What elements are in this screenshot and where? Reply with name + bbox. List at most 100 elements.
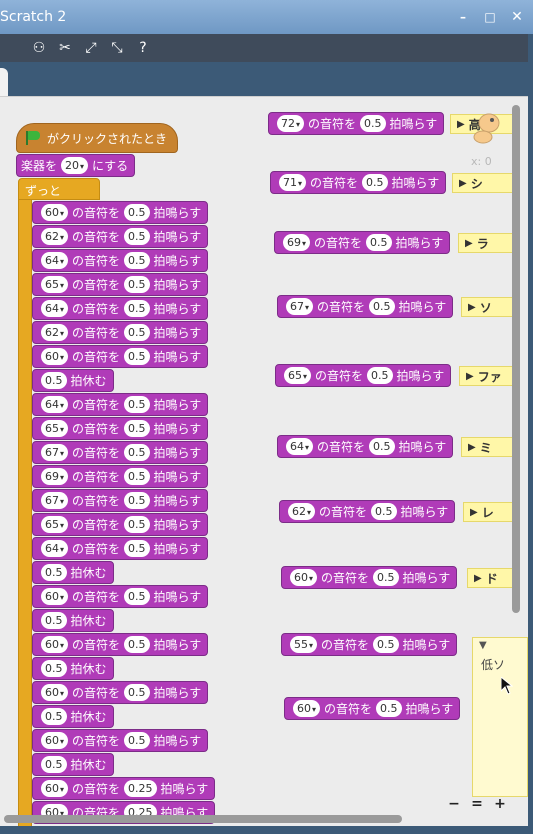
expand-triangle-icon[interactable]: ▶ xyxy=(465,238,473,249)
note-dropdown[interactable]: 60▾ xyxy=(41,732,69,749)
rest-block[interactable]: 0.5 拍休む xyxy=(32,609,114,632)
note-dropdown[interactable]: 64▾ xyxy=(286,438,314,455)
note-dropdown[interactable]: 60▾ xyxy=(41,636,69,653)
rest-beats-input[interactable]: 0.5 xyxy=(41,708,67,725)
note-dropdown[interactable]: 60▾ xyxy=(41,348,69,365)
beats-input[interactable]: 0.5 xyxy=(124,348,150,365)
comment-note[interactable]: ▶ ラ xyxy=(458,233,518,253)
beats-input[interactable]: 0.5 xyxy=(124,444,150,461)
note-dropdown[interactable]: 60▾ xyxy=(41,588,69,605)
comment-note[interactable]: ▶ ファ xyxy=(459,366,518,386)
comment-note[interactable]: ▶ ミ xyxy=(461,437,518,457)
note-dropdown[interactable]: 60▾ xyxy=(41,684,69,701)
duplicate-icon[interactable]: ⚇ xyxy=(30,39,48,57)
vertical-scrollbar[interactable] xyxy=(512,105,520,613)
note-dropdown[interactable]: 65▾ xyxy=(41,276,69,293)
grow-icon[interactable]: ⤢ xyxy=(82,39,100,57)
when-flag-clicked-block[interactable]: がクリックされたとき xyxy=(16,123,178,153)
expand-triangle-icon[interactable]: ▶ xyxy=(474,573,482,584)
beats-input[interactable]: 0.5 xyxy=(367,367,393,384)
beats-input[interactable]: 0.5 xyxy=(373,569,399,586)
note-dropdown[interactable]: 64▾ xyxy=(41,300,69,317)
comment-note[interactable]: ▶ ソ xyxy=(461,297,518,317)
play-note-block[interactable]: 65▾ の音符を 0.5 拍鳴らす xyxy=(32,273,209,296)
beats-input[interactable]: 0.5 xyxy=(373,636,399,653)
script-area[interactable]: がクリックされたとき 楽器を 20▾ にする ずっと 60▾ の音符を 0.5 拍鳴らす 62▾ の… xyxy=(0,96,528,826)
beats-input[interactable]: 0.25 xyxy=(124,780,157,797)
beats-input[interactable]: 0.5 xyxy=(369,298,395,315)
play-note-block[interactable]: 64▾ の音符を 0.5 拍鳴らす xyxy=(32,249,209,272)
beats-input[interactable]: 0.5 xyxy=(124,468,150,485)
note-dropdown[interactable]: 69▾ xyxy=(283,234,311,251)
note-dropdown[interactable]: 60▾ xyxy=(290,569,318,586)
note-dropdown[interactable]: 65▾ xyxy=(41,516,69,533)
note-dropdown[interactable]: 64▾ xyxy=(41,540,69,557)
play-note-block[interactable]: 72▾ の音符を 0.5 拍鳴らす xyxy=(268,112,445,135)
cut-icon[interactable]: ✂ xyxy=(56,39,74,57)
play-note-block[interactable]: 65▾ の音符を 0.5 拍鳴らす xyxy=(275,364,452,387)
beats-input[interactable]: 0.5 xyxy=(124,516,150,533)
collapse-triangle-icon[interactable]: ▼ xyxy=(479,640,487,651)
play-note-block[interactable]: 60▾ の音符を 0.5 拍鳴らす xyxy=(32,201,209,224)
expand-triangle-icon[interactable]: ▶ xyxy=(459,178,467,189)
play-note-block[interactable]: 65▾ の音符を 0.5 拍鳴らす xyxy=(32,513,209,536)
beats-input[interactable]: 0.5 xyxy=(360,115,386,132)
note-dropdown[interactable]: 64▾ xyxy=(41,252,69,269)
instrument-dropdown[interactable]: 20▾ xyxy=(61,157,89,174)
expand-triangle-icon[interactable]: ▶ xyxy=(470,507,478,518)
rest-beats-input[interactable]: 0.5 xyxy=(41,660,67,677)
play-note-block[interactable]: 60▾ の音符を 0.5 拍鳴らす xyxy=(281,566,458,589)
play-note-block[interactable]: 69▾ の音符を 0.5 拍鳴らす xyxy=(274,231,451,254)
zoom-reset-button[interactable]: = xyxy=(468,795,486,813)
maximize-button[interactable]: □ xyxy=(483,10,497,24)
beats-input[interactable]: 0.5 xyxy=(376,700,402,717)
forever-block[interactable]: ずっと xyxy=(18,178,100,200)
beats-input[interactable]: 0.5 xyxy=(124,636,150,653)
beats-input[interactable]: 0.5 xyxy=(124,276,150,293)
beats-input[interactable]: 0.5 xyxy=(366,234,392,251)
play-note-block[interactable]: 64▾ の音符を 0.5 拍鳴らす xyxy=(277,435,454,458)
note-dropdown[interactable]: 72▾ xyxy=(277,115,305,132)
close-button[interactable]: ✕ xyxy=(510,10,524,24)
play-note-block[interactable]: 67▾ の音符を 0.5 拍鳴らす xyxy=(277,295,454,318)
note-dropdown[interactable]: 60▾ xyxy=(41,204,69,221)
rest-block[interactable]: 0.5 拍休む xyxy=(32,705,114,728)
horizontal-scrollbar[interactable] xyxy=(4,815,402,823)
note-dropdown[interactable]: 55▾ xyxy=(290,636,318,653)
play-note-block[interactable]: 71▾ の音符を 0.5 拍鳴らす xyxy=(270,171,447,194)
beats-input[interactable]: 0.5 xyxy=(369,438,395,455)
comment-note[interactable]: ▶ レ xyxy=(463,502,518,522)
rest-beats-input[interactable]: 0.5 xyxy=(41,612,67,629)
expand-triangle-icon[interactable]: ▶ xyxy=(468,302,476,313)
rest-block[interactable]: 0.5 拍休む xyxy=(32,657,114,680)
rest-block[interactable]: 0.5 拍休む xyxy=(32,561,114,584)
note-dropdown[interactable]: 60▾ xyxy=(41,780,69,797)
beats-input[interactable]: 0.5 xyxy=(124,492,150,509)
note-dropdown[interactable]: 62▾ xyxy=(41,324,69,341)
play-note-block[interactable]: 60▾ の音符を 0.5 拍鳴らす xyxy=(284,697,461,720)
beats-input[interactable]: 0.5 xyxy=(124,420,150,437)
play-note-block[interactable]: 69▾ の音符を 0.5 拍鳴らす xyxy=(32,465,209,488)
rest-beats-input[interactable]: 0.5 xyxy=(41,372,67,389)
play-note-block[interactable]: 64▾ の音符を 0.5 拍鳴らす xyxy=(32,297,209,320)
note-dropdown[interactable]: 62▾ xyxy=(41,228,69,245)
play-note-block[interactable]: 67▾ の音符を 0.5 拍鳴らす xyxy=(32,489,209,512)
beats-input[interactable]: 0.5 xyxy=(124,732,150,749)
beats-input[interactable]: 0.5 xyxy=(124,324,150,341)
play-note-block[interactable]: 67▾ の音符を 0.5 拍鳴らす xyxy=(32,441,209,464)
note-dropdown[interactable]: 64▾ xyxy=(41,396,69,413)
note-dropdown[interactable]: 67▾ xyxy=(286,298,314,315)
beats-input[interactable]: 0.5 xyxy=(124,540,150,557)
note-dropdown[interactable]: 65▾ xyxy=(41,420,69,437)
beats-input[interactable]: 0.5 xyxy=(124,684,150,701)
play-note-block[interactable]: 62▾ の音符を 0.5 拍鳴らす xyxy=(32,225,209,248)
shrink-icon[interactable]: ⤡ xyxy=(108,39,126,57)
rest-block[interactable]: 0.5 拍休む xyxy=(32,369,114,392)
note-dropdown[interactable]: 65▾ xyxy=(284,367,312,384)
comment-note[interactable]: ▶ シ xyxy=(452,173,518,193)
note-dropdown[interactable]: 67▾ xyxy=(41,492,69,509)
play-note-block[interactable]: 60▾ の音符を 0.5 拍鳴らす xyxy=(32,633,209,656)
play-note-block[interactable]: 64▾ の音符を 0.5 拍鳴らす xyxy=(32,393,209,416)
play-note-block[interactable]: 62▾ の音符を 0.5 拍鳴らす xyxy=(279,500,456,523)
rest-block[interactable]: 0.5 拍休む xyxy=(32,753,114,776)
